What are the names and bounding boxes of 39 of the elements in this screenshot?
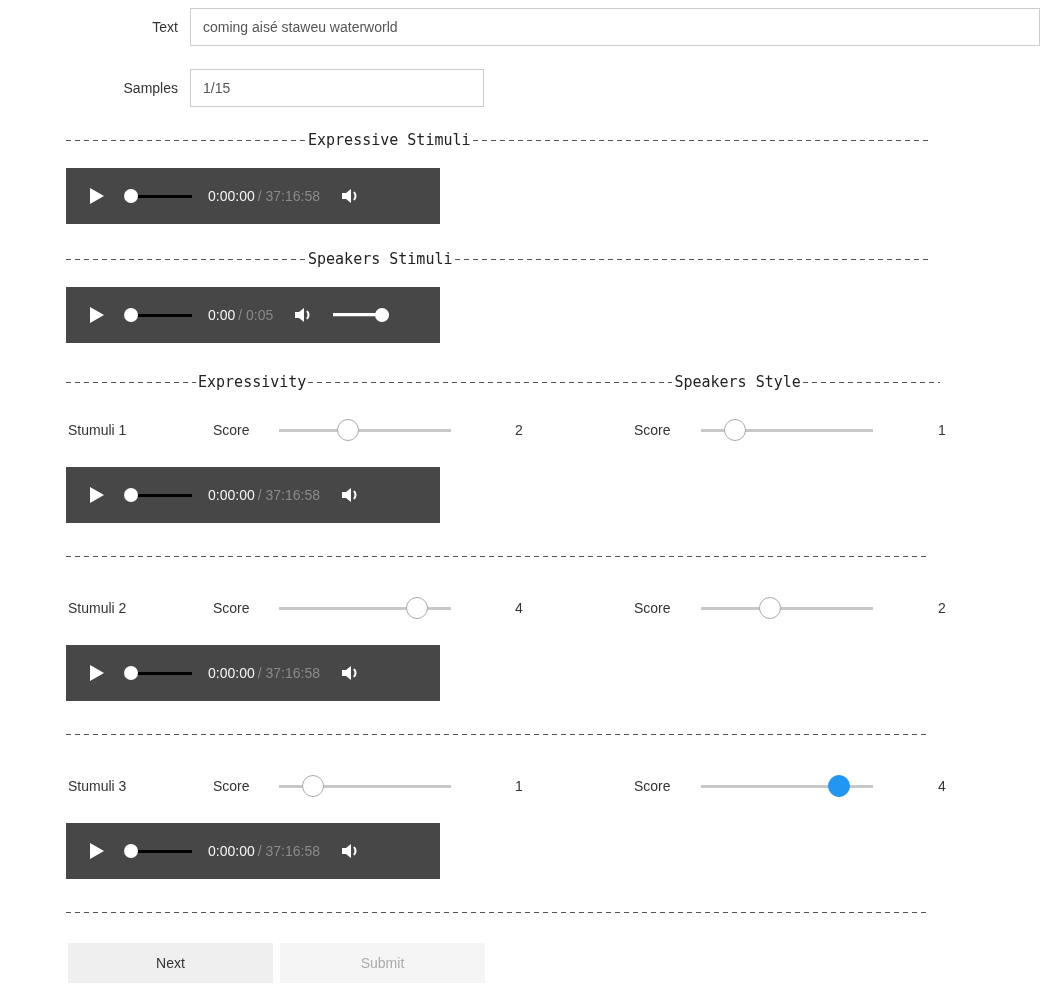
score-label: Score [634,778,672,794]
play-icon[interactable] [90,487,104,503]
score-value: 1 [938,422,946,438]
input-field[interactable]: coming aisé staweu waterworld [190,8,1040,46]
score-label: Score [634,422,672,438]
play-icon[interactable] [90,665,104,681]
input-field[interactable]: 1/15 [190,69,484,107]
duration: / 37:16:58 [257,665,320,681]
current-time: 0:00:00 [208,843,255,859]
score-value: 1 [515,778,524,794]
duration: / 37:16:58 [257,487,320,503]
play-icon[interactable] [90,188,104,204]
score-value: 4 [515,600,524,616]
score-label: Score [634,600,672,616]
section-heading: Speakers Stimuli [308,250,453,268]
duration: / 0:05 [238,307,274,323]
score-value: 4 [938,778,946,794]
score-value: 2 [938,600,946,616]
duration: / 37:16:58 [257,843,320,859]
score-label: Score [213,422,251,438]
current-time: 0:00:00 [208,188,255,204]
stimulus-label: Stumuli 3 [67,778,128,794]
score-label: Score [213,778,251,794]
form-button[interactable]: Next [68,943,273,983]
field-label: Text [151,19,178,35]
stimulus-label: Stumuli 1 [67,422,128,438]
stimulus-label: Stumuli 2 [67,600,128,616]
duration: / 37:16:58 [257,188,320,204]
score-value: 2 [515,422,524,438]
current-time: 0:00 [208,307,236,323]
play-icon[interactable] [90,307,104,323]
section-heading: Expressivity [198,373,307,391]
current-time: 0:00:00 [208,487,255,503]
section-heading: Speakers Style [674,373,801,391]
play-icon[interactable] [90,843,104,859]
field-label: Samples [122,80,178,96]
current-time: 0:00:00 [208,665,255,681]
score-label: Score [213,600,251,616]
section-heading: Expressive Stimuli [308,131,471,149]
